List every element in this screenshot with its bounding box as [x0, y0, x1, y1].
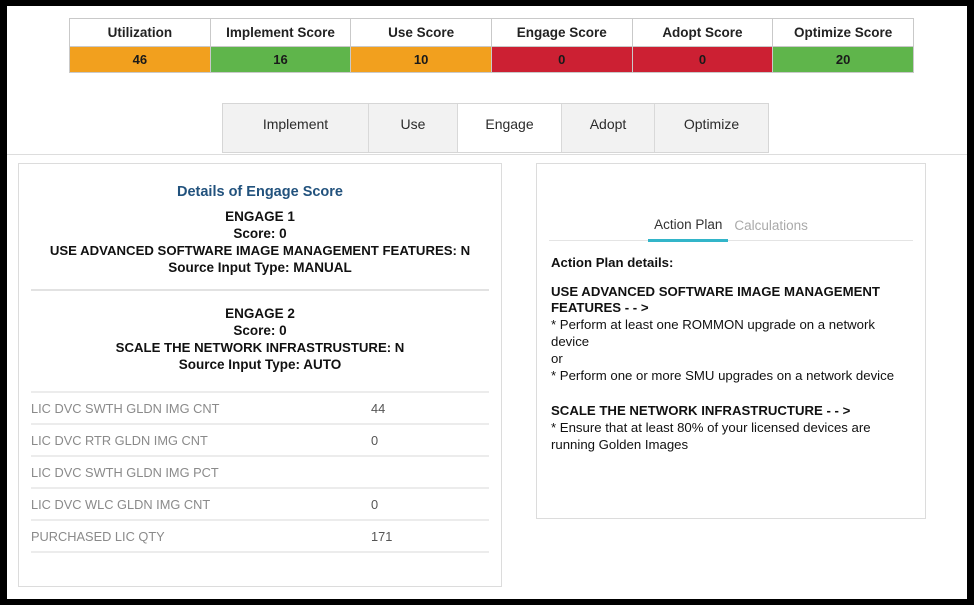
- engage-block-1: ENGAGE 1 Score: 0 USE ADVANCED SOFTWARE …: [19, 208, 501, 276]
- action-plan-card: Action Plan Calculations Action Plan det…: [536, 163, 926, 519]
- action-plan-group-1-line-2: or: [551, 350, 911, 367]
- details-panel-title: Details of Engage Score: [19, 184, 501, 200]
- engage-block-2-score: Score: 0: [19, 322, 501, 339]
- metric-label: LIC DVC WLC GLDN IMG CNT: [31, 497, 371, 512]
- action-plan-group-1: USE ADVANCED SOFTWARE IMAGE MANAGEMENT F…: [551, 284, 911, 384]
- tab-action-plan[interactable]: Action Plan: [648, 217, 728, 242]
- score-summary-table: Utilization Implement Score Use Score En…: [69, 18, 914, 73]
- tab-optimize[interactable]: Optimize: [655, 104, 768, 152]
- action-plan-body: Action Plan details: USE ADVANCED SOFTWA…: [537, 241, 925, 453]
- action-plan-group-2-line-1: * Ensure that at least 80% of your licen…: [551, 419, 911, 453]
- score-header-utilization: Utilization: [70, 19, 211, 47]
- engage-block-2-criterion: SCALE THE NETWORK INFRASTRUSTURE: N: [19, 339, 501, 356]
- action-plan-heading: Action Plan details:: [551, 255, 911, 270]
- engage-block-1-criterion: USE ADVANCED SOFTWARE IMAGE MANAGEMENT F…: [19, 242, 501, 259]
- score-value-engage: 0: [491, 47, 632, 73]
- score-header-implement: Implement Score: [210, 19, 351, 47]
- metric-row: LIC DVC RTR GLDN IMG CNT 0: [31, 425, 489, 457]
- score-value-adopt: 0: [632, 47, 773, 73]
- tab-calculations[interactable]: Calculations: [728, 218, 814, 240]
- tab-use[interactable]: Use: [369, 104, 458, 152]
- engage-block-separator: [31, 289, 489, 291]
- score-header-optimize: Optimize Score: [773, 19, 914, 47]
- action-plan-group-1-line-3: * Perform one or more SMU upgrades on a …: [551, 367, 911, 384]
- engage-block-2-source: Source Input Type: AUTO: [19, 356, 501, 373]
- page-root: Utilization Implement Score Use Score En…: [7, 6, 967, 599]
- metric-value: 171: [371, 529, 392, 544]
- category-tabbar: Implement Use Engage Adopt Optimize: [222, 103, 769, 153]
- engage-block-2-name: ENGAGE 2: [19, 305, 501, 322]
- action-plan-group-1-title: USE ADVANCED SOFTWARE IMAGE MANAGEMENT F…: [551, 284, 911, 316]
- tab-implement[interactable]: Implement: [223, 104, 369, 152]
- action-plan-group-2-title: SCALE THE NETWORK INFRASTRUCTURE - - >: [551, 403, 911, 419]
- score-table-header-row: Utilization Implement Score Use Score En…: [70, 19, 914, 47]
- metric-label: PURCHASED LIC QTY: [31, 529, 371, 544]
- action-plan-tabbar: Action Plan Calculations: [549, 217, 913, 241]
- metric-row: LIC DVC SWTH GLDN IMG PCT: [31, 457, 489, 489]
- engage-details-card: Details of Engage Score ENGAGE 1 Score: …: [18, 163, 502, 587]
- engage-block-1-name: ENGAGE 1: [19, 208, 501, 225]
- metric-label: LIC DVC SWTH GLDN IMG PCT: [31, 465, 371, 480]
- score-header-engage: Engage Score: [491, 19, 632, 47]
- metric-value: 0: [371, 497, 378, 512]
- score-table-value-row: 46 16 10 0 0 20: [70, 47, 914, 73]
- screenshot-frame: Utilization Implement Score Use Score En…: [0, 0, 974, 605]
- metric-row: LIC DVC WLC GLDN IMG CNT 0: [31, 489, 489, 521]
- engage-block-2: ENGAGE 2 Score: 0 SCALE THE NETWORK INFR…: [19, 305, 501, 373]
- metric-value: 0: [371, 433, 378, 448]
- action-plan-group-gap: [551, 384, 911, 403]
- score-value-implement: 16: [210, 47, 351, 73]
- engage-block-1-source: Source Input Type: MANUAL: [19, 259, 501, 276]
- metric-row: LIC DVC SWTH GLDN IMG CNT 44: [31, 391, 489, 425]
- metric-label: LIC DVC SWTH GLDN IMG CNT: [31, 401, 371, 416]
- action-plan-group-2: SCALE THE NETWORK INFRASTRUCTURE - - > *…: [551, 403, 911, 453]
- metric-label: LIC DVC RTR GLDN IMG CNT: [31, 433, 371, 448]
- score-value-optimize: 20: [773, 47, 914, 73]
- metrics-list: LIC DVC SWTH GLDN IMG CNT 44 LIC DVC RTR…: [19, 391, 501, 553]
- score-value-utilization: 46: [70, 47, 211, 73]
- score-header-use: Use Score: [351, 19, 492, 47]
- score-value-use: 10: [351, 47, 492, 73]
- tab-engage[interactable]: Engage: [458, 104, 562, 152]
- action-plan-group-1-line-1: * Perform at least one ROMMON upgrade on…: [551, 316, 911, 350]
- metric-value: 44: [371, 401, 385, 416]
- tab-adopt[interactable]: Adopt: [562, 104, 655, 152]
- score-header-adopt: Adopt Score: [632, 19, 773, 47]
- metric-row: PURCHASED LIC QTY 171: [31, 521, 489, 553]
- engage-block-1-score: Score: 0: [19, 225, 501, 242]
- tabbar-divider: [7, 154, 967, 155]
